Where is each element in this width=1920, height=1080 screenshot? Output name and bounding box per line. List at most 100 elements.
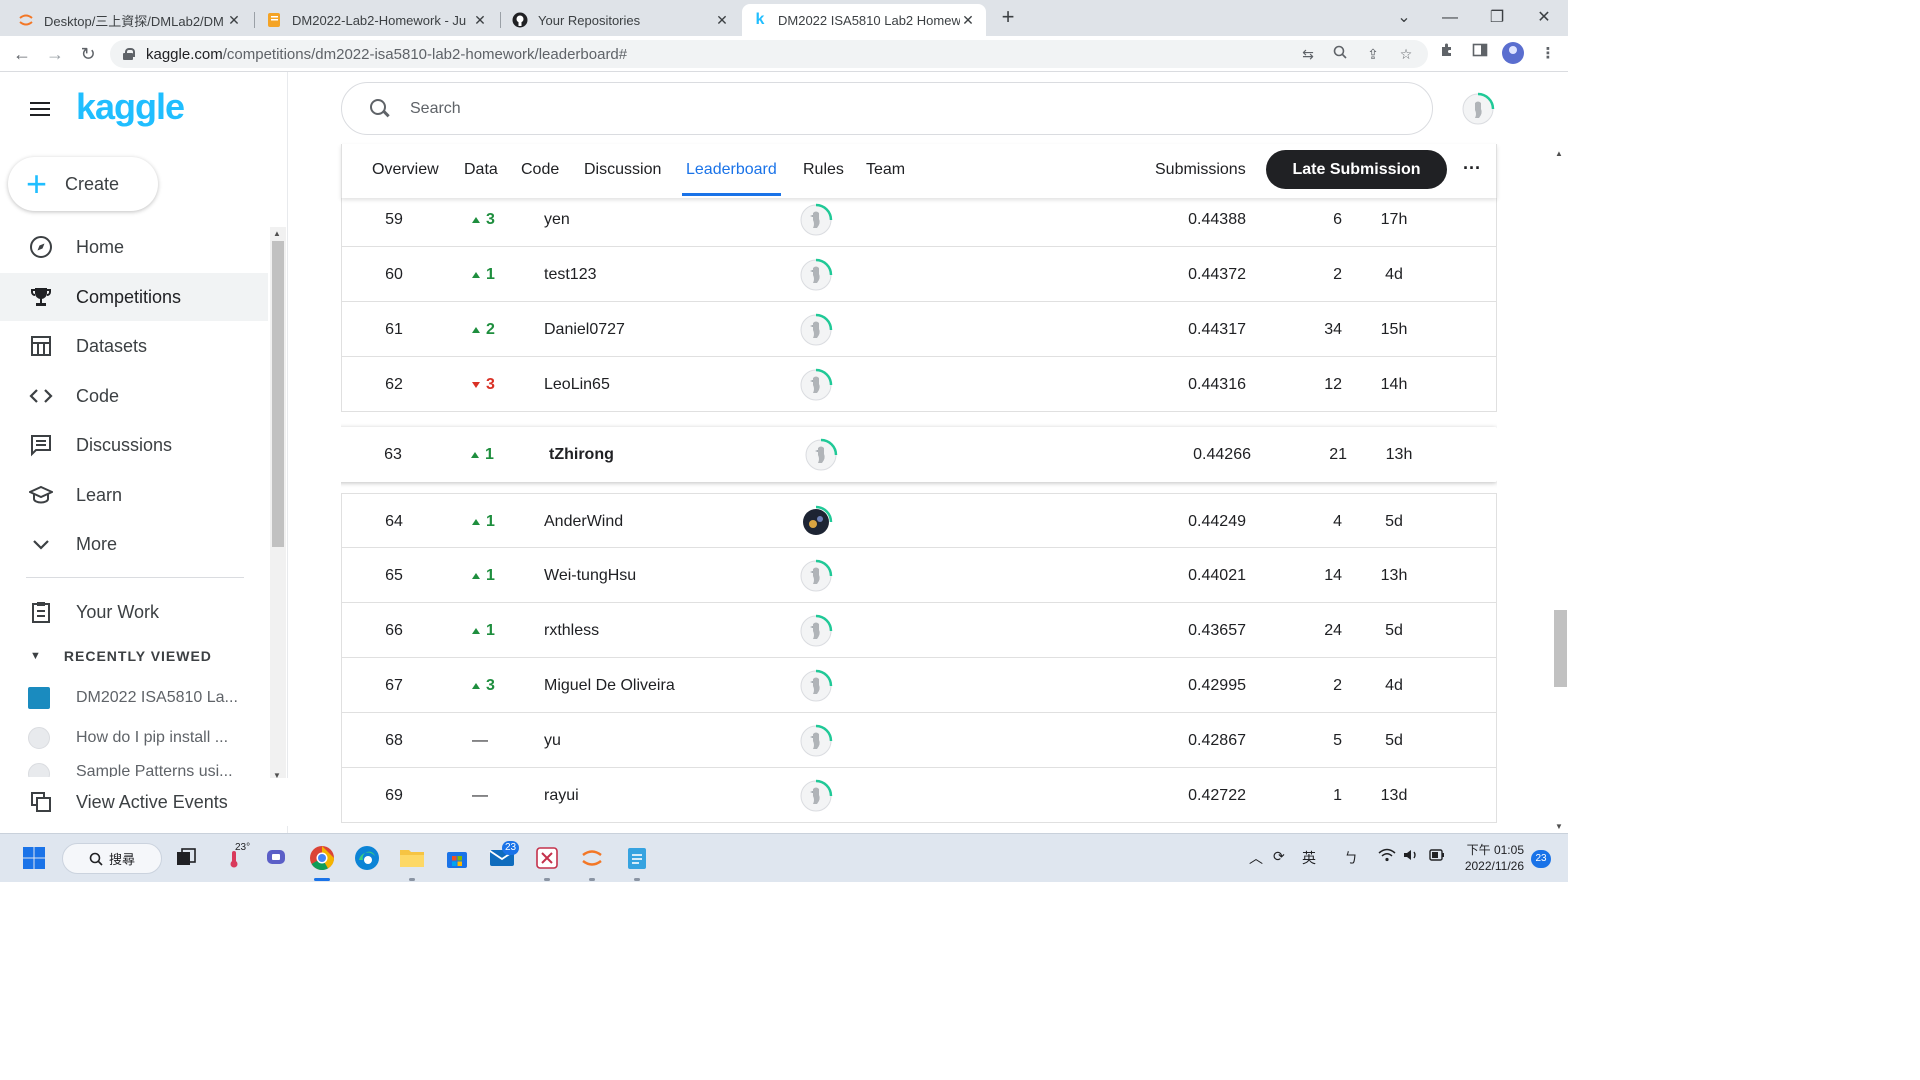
side-panel-icon[interactable] [1468,42,1492,66]
browser-tab-kaggle[interactable]: k DM2022 ISA5810 Lab2 Homew ✕ [742,4,986,36]
sidebar-item-datasets[interactable]: Datasets [0,322,268,370]
tab-leaderboard[interactable]: Leaderboard [682,144,781,196]
sync-icon[interactable]: ⟳ [1273,848,1285,865]
forward-arrow-icon[interactable]: → [43,42,67,66]
browser-menu-icon[interactable]: ⋮ [1536,42,1560,66]
scrollbar-thumb[interactable] [1554,610,1567,687]
sidebar-item-competitions[interactable]: Competitions [0,273,268,321]
team-name-cell[interactable]: Daniel0727 [544,302,625,357]
user-avatar[interactable] [1461,92,1495,126]
zoom-icon[interactable] [1328,42,1352,66]
leaderboard-row[interactable]: 60 1 test123 0.44372 2 4d [341,247,1497,302]
address-bar[interactable]: kaggle.com/competitions/dm2022-isa5810-l… [110,40,1428,68]
leaderboard-row[interactable]: 69 — rayui 0.42722 1 13d [341,768,1497,823]
browser-tab-jupyter[interactable]: Desktop/三上資探/DMLab2/DM ✕ [8,4,252,36]
team-name-cell[interactable]: rayui [544,768,579,823]
sidebar-item-more[interactable]: More [0,520,268,568]
leaderboard-row[interactable]: 61 2 Daniel0727 0.44317 34 15h [341,302,1497,357]
ime-mode-label[interactable]: ㄅ [1344,848,1358,868]
scrollbar-thumb[interactable] [272,241,284,547]
chrome-icon[interactable] [308,844,336,872]
close-icon[interactable]: ✕ [472,12,488,29]
notification-count-badge[interactable]: 23 [1531,850,1551,868]
team-name-cell[interactable]: tZhirong [549,427,614,482]
battery-icon[interactable] [1428,848,1446,865]
member-goose-avatar[interactable] [798,558,834,594]
scroll-down-arrow-icon[interactable]: ▼ [1555,822,1563,831]
file-explorer-icon[interactable] [398,844,426,872]
browser-tab-notebook[interactable]: DM2022-Lab2-Homework - Ju ✕ [256,4,498,36]
leaderboard-row[interactable]: 67 3 Miguel De Oliveira 0.42995 2 4d [341,658,1497,713]
member-goose-avatar[interactable] [798,613,834,649]
leaderboard-row[interactable]: 59 3 yen 0.44388 6 17h [341,192,1497,247]
bookmark-star-icon[interactable]: ☆ [1394,42,1418,66]
scroll-up-arrow-icon[interactable]: ▲ [273,229,281,238]
snipping-tool-icon[interactable] [533,844,561,872]
leaderboard-row[interactable]: 62 3 LeoLin65 0.44316 12 14h [341,357,1497,412]
leaderboard-row[interactable]: 64 1 AnderWind 0.44249 4 5d [341,493,1497,548]
sidebar-scrollbar[interactable]: ▲ ▼ [270,227,286,782]
jupyter-app-icon[interactable] [578,844,606,872]
tray-overflow-chevron-icon[interactable]: ︿ [1249,848,1263,868]
tab-code[interactable]: Code [521,144,559,196]
sidebar-item-code[interactable]: Code [0,372,268,420]
microsoft-store-icon[interactable] [443,844,471,872]
ime-language-label[interactable]: 英 [1302,848,1316,868]
tab-data[interactable]: Data [464,144,498,196]
sidebar-item-discussions[interactable]: Discussions [0,421,268,469]
team-name-cell[interactable]: AnderWind [544,494,623,549]
team-name-cell[interactable]: rxthless [544,603,599,658]
kaggle-logo[interactable]: kaggle [76,86,185,128]
team-name-cell[interactable]: LeoLin65 [544,357,610,412]
team-name-cell[interactable]: yu [544,713,561,768]
notepad-icon[interactable] [623,844,651,872]
reload-icon[interactable]: ↻ [76,42,100,66]
site-search-bar[interactable] [341,82,1433,135]
recent-item[interactable]: DM2022 ISA5810 La... [28,683,258,713]
team-name-cell[interactable]: yen [544,192,570,247]
maximize-icon[interactable]: ❐ [1485,6,1509,30]
leaderboard-row[interactable]: 68 — yu 0.42867 5 5d [341,713,1497,768]
new-tab-button[interactable]: + [996,6,1020,30]
leaderboard-row[interactable]: 65 1 Wei-tungHsu 0.44021 14 13h [341,548,1497,603]
tab-search-chevron-icon[interactable]: ⌄ [1392,6,1416,30]
extensions-puzzle-icon[interactable] [1435,42,1459,66]
system-clock[interactable]: 下午 01:05 2022/11/26 [1460,842,1524,874]
translate-icon[interactable]: ⇆ [1296,42,1320,66]
speaker-icon[interactable] [1403,848,1419,865]
browser-profile-avatar[interactable] [1502,42,1524,64]
recently-viewed-header[interactable]: ▼ RECENTLY VIEWED [30,648,212,664]
close-icon[interactable]: ✕ [960,12,976,29]
recent-item[interactable]: How do I pip install ... [28,723,258,753]
member-goose-avatar[interactable] [798,723,834,759]
more-options-icon[interactable]: ··· [1460,158,1484,182]
member-photo-avatar[interactable] [798,504,834,540]
sidebar-item-learn[interactable]: Learn [0,471,268,519]
taskbar-search-button[interactable]: 搜尋 [62,843,162,874]
share-icon[interactable]: ⇪ [1361,42,1385,66]
team-name-cell[interactable]: Miguel De Oliveira [544,658,675,713]
recent-item[interactable]: Sample Patterns usi... [28,763,258,777]
late-submission-button[interactable]: Late Submission [1266,150,1447,189]
sidebar-item-home[interactable]: Home [0,223,268,271]
sidebar-item-your-work[interactable]: Your Work [0,588,268,636]
close-icon[interactable]: ✕ [226,12,242,29]
member-goose-avatar[interactable] [798,668,834,704]
wifi-icon[interactable] [1378,848,1396,865]
member-goose-avatar[interactable] [798,778,834,814]
window-close-icon[interactable]: ✕ [1532,6,1556,30]
team-name-cell[interactable]: test123 [544,247,596,302]
windows-start-icon[interactable] [20,844,48,872]
leaderboard-row-current-user[interactable]: 63 1 tZhirong 0.44266 21 13h [341,427,1497,482]
member-goose-avatar[interactable] [798,257,834,293]
create-button[interactable]: + Create [8,157,158,211]
page-scrollbar[interactable]: ▲ ▼ [1552,145,1568,833]
member-goose-avatar[interactable] [798,367,834,403]
minimize-icon[interactable]: — [1438,6,1462,30]
edge-icon[interactable] [353,844,381,872]
member-goose-avatar[interactable] [803,437,839,473]
search-input[interactable] [410,99,1310,118]
team-name-cell[interactable]: Wei-tungHsu [544,548,636,603]
scroll-up-arrow-icon[interactable]: ▲ [1555,149,1563,158]
teams-chat-icon[interactable] [263,844,291,872]
